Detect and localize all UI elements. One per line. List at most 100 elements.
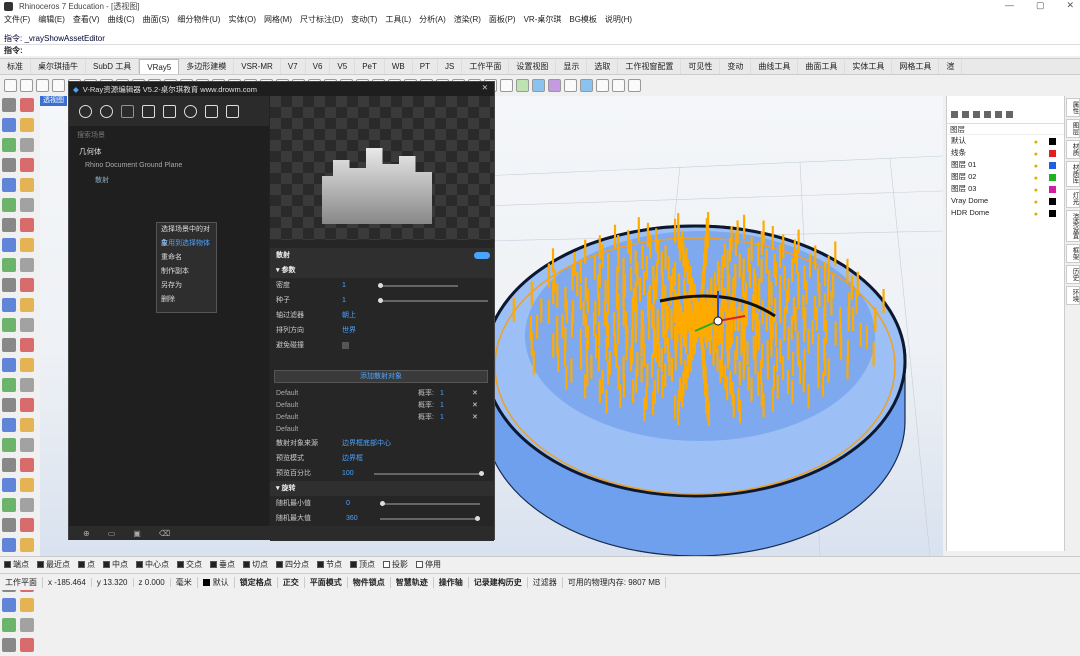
command-prompt[interactable]: 指令:	[0, 44, 1080, 56]
tool-icon[interactable]	[2, 118, 16, 132]
osnap-5[interactable]: 交点	[177, 559, 202, 570]
menu-item[interactable]: 编辑(E)	[38, 14, 65, 25]
close-icon[interactable]: ✕	[1066, 0, 1074, 11]
tool-icon[interactable]	[2, 638, 16, 652]
distribution-select[interactable]: 朝上	[342, 308, 356, 323]
osnap-4[interactable]: 中心点	[136, 559, 169, 570]
side-tab[interactable]: 历史	[1066, 264, 1080, 284]
toolbar-icon[interactable]	[500, 78, 513, 92]
tool-icon[interactable]	[20, 218, 34, 232]
osnap-checkbox[interactable]	[416, 561, 423, 569]
asset-scatter[interactable]: 散射	[81, 175, 267, 187]
context-menu-item[interactable]: 应用到选择物体	[157, 237, 216, 251]
tool-icon[interactable]	[2, 438, 16, 452]
tool-icon[interactable]	[2, 198, 16, 212]
layer-row[interactable]: HDR Dome ●	[947, 207, 1064, 219]
osnap-checkbox[interactable]	[210, 561, 217, 569]
menu-item[interactable]: BG模板	[569, 14, 597, 25]
layer-row[interactable]: 图层 02 ●	[947, 171, 1064, 183]
osnap-checkbox[interactable]	[37, 561, 44, 569]
tab-14[interactable]: 设置视图	[509, 59, 557, 74]
source-select[interactable]: 边界框底部中心	[342, 436, 391, 451]
rot-min-slider[interactable]	[380, 501, 480, 506]
tab-22[interactable]: 实体工具	[845, 59, 893, 74]
enable-toggle[interactable]	[474, 252, 490, 259]
status-toggle[interactable]: 智慧轨迹	[391, 576, 434, 588]
tool-icon[interactable]	[2, 298, 16, 312]
layer-color-swatch[interactable]	[1049, 174, 1056, 181]
tool-icon[interactable]	[2, 258, 16, 272]
tab-2[interactable]: SubD 工具	[86, 59, 140, 74]
maximize-icon[interactable]: ▢	[1036, 0, 1045, 11]
tool-icon[interactable]	[2, 418, 16, 432]
layer-row[interactable]: 图层 03 ●	[947, 183, 1064, 195]
tool-icon[interactable]	[20, 238, 34, 252]
add-asset-icon[interactable]: ⊕	[83, 529, 90, 538]
tool-icon[interactable]	[2, 278, 16, 292]
layer-color-swatch[interactable]	[1049, 186, 1056, 193]
layer-color-swatch[interactable]	[1049, 162, 1056, 169]
osnap-checkbox[interactable]	[136, 561, 143, 569]
context-menu-item[interactable]: 删除	[157, 293, 216, 307]
tool-icon[interactable]	[2, 538, 16, 552]
menu-item[interactable]: 变动(T)	[351, 14, 377, 25]
delete-icon[interactable]: ⌫	[159, 529, 170, 538]
tool-icon[interactable]	[2, 458, 16, 472]
tool-icon[interactable]	[20, 518, 34, 532]
tool-icon[interactable]	[20, 638, 34, 652]
menu-item[interactable]: 分析(A)	[419, 14, 446, 25]
context-menu-item[interactable]: 另存为	[157, 279, 216, 293]
toolbar-icon[interactable]	[580, 78, 593, 92]
osnap-checkbox[interactable]	[243, 561, 250, 569]
menu-item[interactable]: 说明(H)	[605, 14, 632, 25]
toolbar-icon[interactable]	[612, 78, 625, 92]
side-tab[interactable]: 属性	[1066, 98, 1080, 117]
osnap-1[interactable]: 最近点	[37, 559, 70, 570]
menu-item[interactable]: 渲染(R)	[454, 14, 481, 25]
arrange-select[interactable]: 世界	[342, 323, 356, 338]
status-toggle[interactable]: 记录建构历史	[469, 576, 528, 588]
avoid-checkbox[interactable]	[342, 342, 349, 349]
tool-icon[interactable]	[2, 478, 16, 492]
status-plane[interactable]: 工作平面	[0, 576, 43, 588]
status-toggle[interactable]: 过滤器	[528, 576, 563, 588]
menu-item[interactable]: VR-桌尔琪	[524, 14, 562, 25]
tool-icon[interactable]	[2, 318, 16, 332]
layer-row[interactable]: 默认 ●	[947, 135, 1064, 147]
tool-icon[interactable]	[20, 358, 34, 372]
menu-item[interactable]: 曲线(C)	[108, 14, 135, 25]
layer-color-swatch[interactable]	[1049, 198, 1056, 205]
context-menu-item[interactable]: 制作副本	[157, 265, 216, 279]
rot-min-value[interactable]: 0	[346, 496, 350, 511]
menu-item[interactable]: 面板(P)	[489, 14, 516, 25]
scatter-object-prob[interactable]: 1	[440, 400, 444, 412]
tab-15[interactable]: 显示	[556, 59, 588, 74]
layer-color-swatch[interactable]	[1049, 150, 1056, 157]
tool-icon[interactable]	[2, 518, 16, 532]
scatter-object-row[interactable]: Default 概率: 1 ✕	[276, 388, 482, 400]
osnap-6[interactable]: 垂点	[210, 559, 235, 570]
tool-icon[interactable]	[20, 178, 34, 192]
tab-1[interactable]: 桌尔琪插牛	[31, 59, 86, 74]
toolbar-icon[interactable]	[516, 78, 529, 92]
tab-21[interactable]: 曲面工具	[798, 59, 846, 74]
tab-17[interactable]: 工作视窗配置	[618, 59, 682, 74]
osnap-checkbox[interactable]	[383, 561, 390, 569]
materials-icon[interactable]	[79, 104, 92, 118]
tool-icon[interactable]	[20, 318, 34, 332]
side-tab[interactable]: 材质库	[1066, 161, 1080, 187]
lights-icon[interactable]	[100, 104, 113, 118]
tool-icon[interactable]	[20, 418, 34, 432]
delete-layer-icon[interactable]	[973, 111, 980, 118]
osnap-10[interactable]: 顶点	[350, 559, 375, 570]
search-input[interactable]: 搜索场景	[77, 130, 105, 140]
remove-icon[interactable]: ✕	[472, 412, 478, 424]
layer-row[interactable]: 图层 01 ●	[947, 159, 1064, 171]
context-menu-item[interactable]: 选择场景中的对象	[157, 223, 216, 247]
scatter-object-row[interactable]: Default 概率: 1 ✕	[276, 400, 482, 412]
tool-icon[interactable]	[2, 498, 16, 512]
tool-icon[interactable]	[20, 498, 34, 512]
render-elements-icon[interactable]	[163, 104, 176, 118]
tool-icon[interactable]	[20, 138, 34, 152]
preview-pct-slider[interactable]	[374, 471, 484, 476]
